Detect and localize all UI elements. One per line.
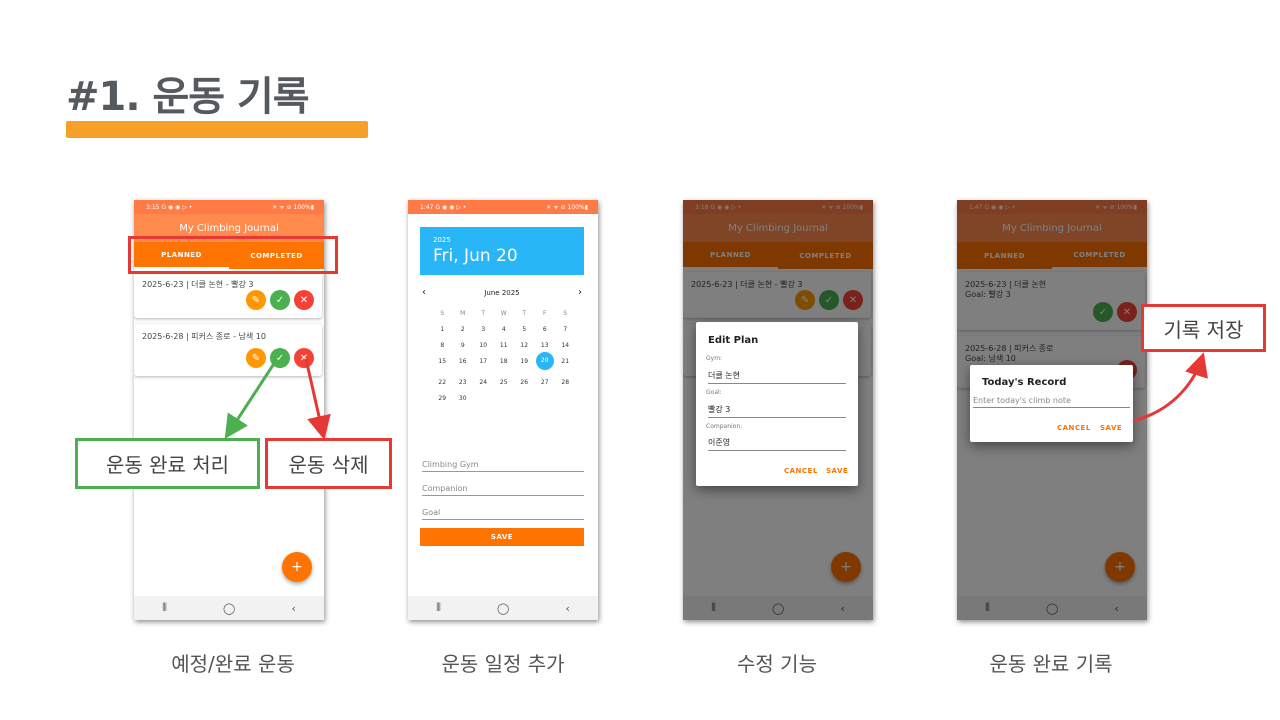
save-record-arrow <box>1132 352 1208 423</box>
caption-add-schedule: 운동 일정 추가 <box>441 652 565 676</box>
caption-planned-completed: 예정/완료 운동 <box>171 652 295 676</box>
complete-arrow <box>224 358 279 440</box>
slide: #1. 운동 기록 3:15 G ◉ ◉ ▷ • ✕ ᯤ ⊘ 100%▮ My … <box>0 0 1280 720</box>
delete-arrow <box>304 358 331 440</box>
callout-arrows <box>224 352 1208 440</box>
caption-edit: 수정 기능 <box>737 652 817 676</box>
caption-complete-record: 운동 완료 기록 <box>989 652 1113 676</box>
